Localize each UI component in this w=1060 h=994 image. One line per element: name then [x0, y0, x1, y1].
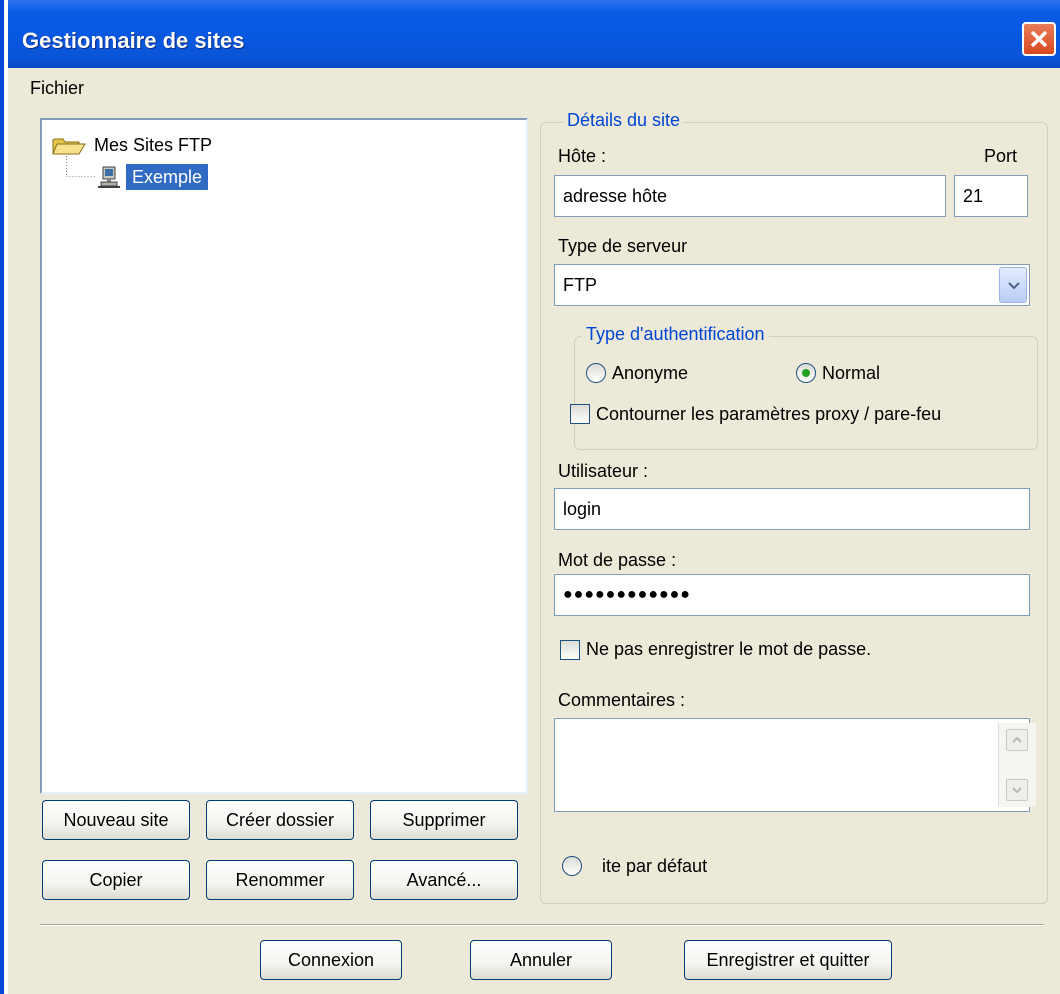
window-title: Gestionnaire de sites	[22, 28, 245, 53]
server-type-select[interactable]: FTP	[554, 264, 1030, 306]
rename-button[interactable]: Renommer	[206, 860, 354, 900]
title-bar[interactable]: Gestionnaire de sites	[8, 0, 1060, 68]
computer-icon	[96, 164, 122, 195]
port-label: Port	[984, 146, 1018, 166]
menu-file[interactable]: Fichier	[30, 78, 84, 99]
close-icon[interactable]	[1022, 22, 1056, 56]
scroll-up-icon[interactable]	[1006, 729, 1028, 751]
cancel-button[interactable]: Annuler	[470, 940, 612, 980]
site-manager-dialog: Gestionnaire de sites Fichier Mes Sites …	[8, 0, 1060, 994]
server-type-value: FTP	[563, 275, 597, 295]
comments-scrollbar[interactable]	[998, 723, 1036, 807]
chevron-down-icon[interactable]	[999, 267, 1027, 303]
auth-type-group	[574, 336, 1038, 450]
dont-save-password-label: Ne pas enregistrer le mot de passe.	[586, 639, 872, 659]
host-label: Hôte :	[558, 146, 607, 166]
anonymous-label: Anonyme	[612, 363, 689, 383]
password-label: Mot de passe :	[558, 550, 677, 570]
server-type-label: Type de serveur	[558, 236, 688, 256]
dont-save-password-checkbox[interactable]	[560, 640, 580, 660]
menu-bar: Fichier	[8, 68, 1060, 102]
tree-root-label: Mes Sites FTP	[94, 135, 213, 155]
tree-connector	[66, 156, 96, 177]
site-details-title: Détails du site	[564, 110, 684, 131]
connect-button[interactable]: Connexion	[260, 940, 402, 980]
comments-label: Commentaires :	[558, 690, 686, 710]
default-site-label: ite par défaut	[602, 856, 708, 876]
bypass-proxy-label: Contourner les paramètres proxy / pare-f…	[596, 404, 942, 424]
host-input[interactable]: adresse hôte	[554, 175, 946, 217]
normal-label: Normal	[822, 363, 881, 383]
advanced-button[interactable]: Avancé...	[370, 860, 518, 900]
copy-button[interactable]: Copier	[42, 860, 190, 900]
auth-type-title: Type d'authentification	[582, 324, 769, 345]
password-input[interactable]: ●●●●●●●●●●●●	[554, 574, 1030, 616]
site-tree[interactable]: Mes Sites FTP Exemple	[40, 118, 528, 794]
delete-button[interactable]: Supprimer	[370, 800, 518, 840]
normal-radio[interactable]	[796, 363, 816, 383]
default-site-radio[interactable]	[562, 856, 582, 876]
radio-selected-dot	[802, 369, 810, 377]
window-left-edge	[0, 0, 8, 994]
comments-textarea[interactable]	[554, 718, 1030, 812]
footer-separator	[40, 924, 1044, 926]
bypass-proxy-checkbox[interactable]	[570, 404, 590, 424]
save-close-button[interactable]: Enregistrer et quitter	[684, 940, 892, 980]
scroll-down-icon[interactable]	[1006, 779, 1028, 801]
new-folder-button[interactable]: Créer dossier	[206, 800, 354, 840]
user-input[interactable]: login	[554, 488, 1030, 530]
new-site-button[interactable]: Nouveau site	[42, 800, 190, 840]
tree-child-label: Exemple	[126, 164, 209, 190]
port-input[interactable]: 21	[954, 175, 1028, 217]
user-label: Utilisateur :	[558, 461, 649, 481]
anonymous-radio[interactable]	[586, 363, 606, 383]
